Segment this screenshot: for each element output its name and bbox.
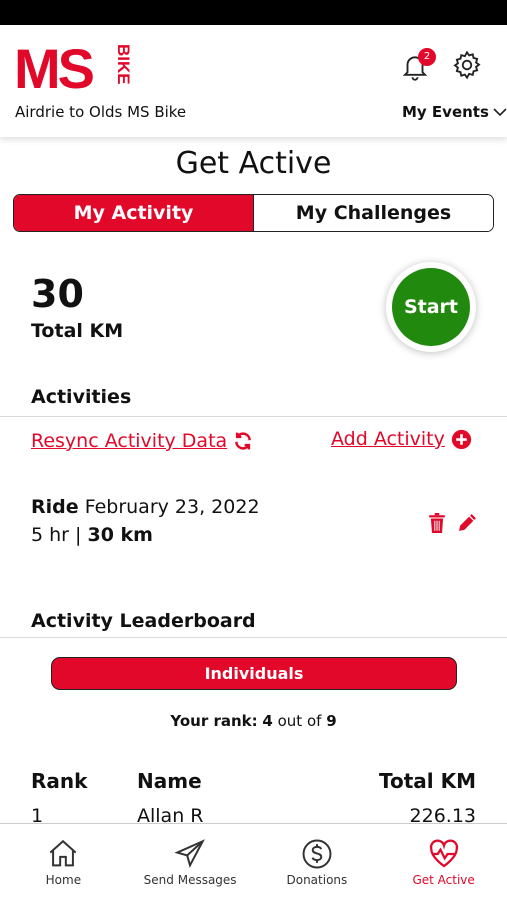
- status-bar: [0, 0, 507, 25]
- sync-icon: [235, 432, 252, 450]
- total-km-label: Total KM: [31, 320, 124, 342]
- pencil-icon[interactable]: [457, 512, 478, 533]
- activity-type: Ride: [31, 496, 79, 518]
- trash-icon[interactable]: [428, 513, 446, 533]
- heart-pulse-icon: [429, 839, 458, 868]
- resync-activity-link[interactable]: Resync Activity Data: [31, 430, 253, 452]
- tab-my-activity[interactable]: My Activity: [14, 195, 253, 231]
- nav-label: Donations: [286, 873, 348, 887]
- home-icon: [49, 839, 77, 867]
- activity-separator: |: [75, 524, 82, 546]
- divider: [0, 637, 507, 638]
- notification-badge: 2: [418, 48, 436, 66]
- svg-text:BIKE: BIKE: [114, 44, 132, 85]
- my-events-label: My Events: [402, 103, 489, 121]
- activity-duration: 5 hr: [31, 524, 69, 546]
- page-title: Get Active: [175, 146, 332, 181]
- individuals-filter-button[interactable]: Individuals: [51, 657, 457, 690]
- nav-home[interactable]: Home: [0, 824, 127, 900]
- nav-send-messages[interactable]: Send Messages: [127, 824, 254, 900]
- nav-label: Get Active: [412, 873, 475, 887]
- your-rank-label: Your rank:: [170, 712, 258, 730]
- divider: [0, 416, 507, 417]
- column-header-total-km: Total KM: [378, 769, 476, 793]
- rank-total-value: 9: [326, 712, 337, 730]
- activity-item: Ride February 23, 2022: [31, 496, 260, 518]
- start-label: Start: [392, 268, 470, 346]
- resync-label: Resync Activity Data: [31, 430, 228, 452]
- tab-bar: My Activity My Challenges: [13, 194, 494, 232]
- my-events-dropdown[interactable]: My Events: [402, 103, 507, 121]
- add-activity-label: Add Activity: [331, 428, 445, 450]
- nav-get-active[interactable]: Get Active: [380, 824, 507, 900]
- gear-icon[interactable]: [451, 49, 483, 81]
- activities-title: Activities: [31, 386, 132, 408]
- svg-text:MS: MS: [14, 42, 94, 96]
- dollar-circle-icon: [302, 839, 332, 869]
- leaderboard-title: Activity Leaderboard: [31, 610, 256, 632]
- activity-details: 5 hr | 30 km: [31, 524, 153, 546]
- paper-plane-icon: [174, 839, 206, 868]
- add-activity-link[interactable]: Add Activity: [331, 428, 472, 450]
- column-header-rank: Rank: [31, 769, 88, 793]
- plus-circle-icon: [451, 429, 472, 449]
- column-header-name: Name: [137, 769, 202, 793]
- app-header: MS BIKE Airdrie to Olds MS Bike 2 My Eve…: [0, 25, 507, 137]
- your-rank-value: 4: [262, 712, 273, 730]
- bottom-navigation: Home Send Messages Donations Get Active: [0, 823, 507, 900]
- tab-my-challenges[interactable]: My Challenges: [253, 195, 493, 231]
- your-rank-line: Your rank: 4 out of 9: [0, 712, 507, 730]
- nav-donations[interactable]: Donations: [254, 824, 381, 900]
- ms-bike-logo: MS BIKE: [14, 42, 132, 96]
- event-name: Airdrie to Olds MS Bike: [15, 103, 187, 121]
- total-km-value: 30: [31, 272, 84, 316]
- chevron-down-icon: [493, 108, 507, 117]
- nav-label: Send Messages: [143, 873, 237, 887]
- activity-distance: 30 km: [87, 524, 153, 546]
- start-button[interactable]: Start: [386, 262, 476, 352]
- out-of-label: out of: [277, 712, 322, 730]
- activity-date: February 23, 2022: [84, 496, 260, 518]
- nav-label: Home: [45, 873, 82, 887]
